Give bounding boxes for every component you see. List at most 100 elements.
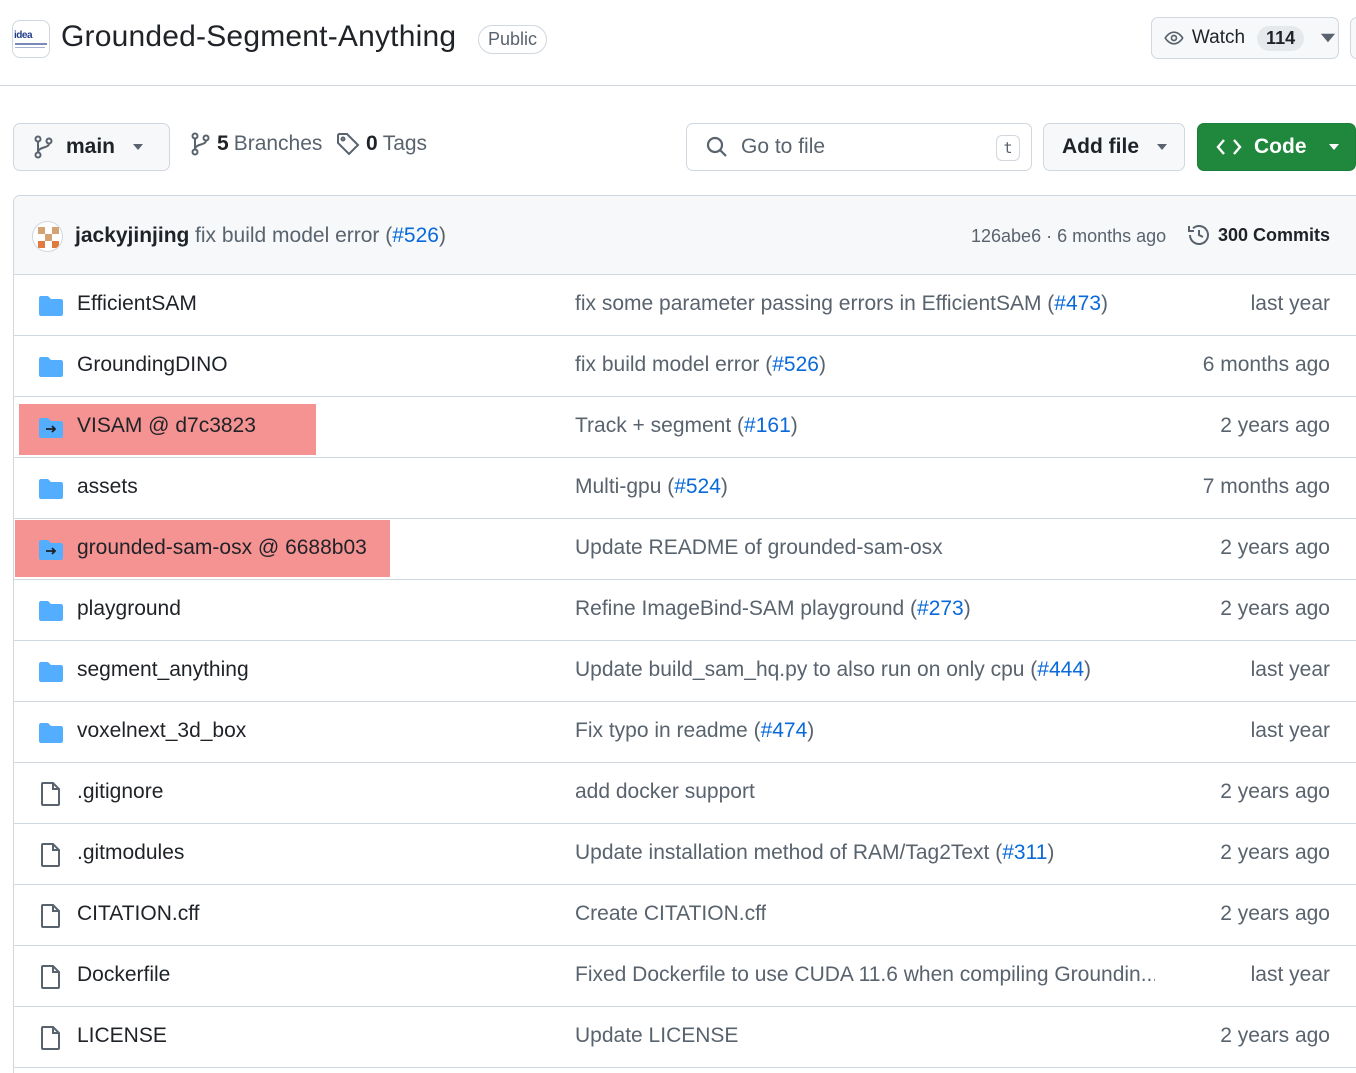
tags-label: Tags — [382, 132, 428, 155]
folder-icon — [38, 599, 64, 623]
commit-author-avatar[interactable] — [32, 221, 63, 252]
file-row[interactable]: assets Multi-gpu (#524) 7 months ago — [14, 458, 1356, 519]
commit-message[interactable]: fix build model error (#526) — [195, 224, 446, 248]
file-row[interactable]: EfficientSAM fix some parameter passing e… — [14, 275, 1356, 336]
file-row[interactable]: voxelnext_3d_box Fix typo in readme (#474… — [14, 702, 1356, 763]
folder-icon — [38, 294, 64, 318]
latest-commit-bar: jackyjinjing fix build model error (#526… — [14, 196, 1356, 275]
file-age: 2 years ago — [1220, 1024, 1330, 1047]
branches-link[interactable]: 5 Branches — [189, 132, 322, 156]
file-name[interactable]: assets — [77, 475, 138, 499]
tags-count: 0 — [366, 132, 378, 155]
file-row[interactable]: .gitignore add docker support 2 years ago — [14, 763, 1356, 824]
tag-icon — [337, 133, 360, 156]
file-row[interactable]: grounded-sam-osx @ 6688b03 Update README … — [14, 519, 1356, 580]
branch-select-button[interactable]: main — [13, 123, 170, 171]
file-commit-message[interactable]: Update README of grounded-sam-osx — [575, 536, 943, 560]
caret-down-icon — [1328, 144, 1339, 150]
file-row[interactable]: playground Refine ImageBind-SAM playgroun… — [14, 580, 1356, 641]
file-commit-message[interactable]: Track + segment (#161) — [575, 414, 798, 438]
pr-link[interactable]: #526 — [772, 353, 819, 376]
pr-link[interactable]: #444 — [1037, 658, 1084, 681]
file-age: last year — [1250, 292, 1330, 315]
file-name[interactable]: playground — [77, 597, 181, 621]
file-name[interactable]: voxelnext_3d_box — [77, 719, 246, 743]
code-icon — [1216, 139, 1242, 155]
pr-link[interactable]: #474 — [761, 719, 808, 742]
file-icon — [38, 965, 64, 989]
pr-link[interactable]: #524 — [674, 475, 721, 498]
file-age: 2 years ago — [1220, 597, 1330, 620]
owner-avatar[interactable]: idea — [12, 20, 50, 58]
file-name[interactable]: LICENSE — [77, 1024, 167, 1048]
repo-header: idea Grounded-Segment-Anything Public Wa… — [0, 0, 1356, 86]
commit-author[interactable]: jackyjinjing — [75, 224, 189, 248]
commit-pr-link[interactable]: #526 — [392, 224, 439, 247]
file-row[interactable]: segment_anything Update build_sam_hq.py t… — [14, 641, 1356, 702]
file-age: 2 years ago — [1220, 841, 1330, 864]
tags-link[interactable]: 0 Tags — [336, 132, 427, 156]
file-name[interactable]: .gitignore — [77, 780, 163, 804]
folder-icon — [38, 660, 64, 684]
file-row[interactable]: GroundingDINO fix build model error (#526… — [14, 336, 1356, 397]
eye-icon — [1164, 31, 1184, 45]
file-icon — [38, 1026, 64, 1050]
git-branch-icon — [191, 132, 210, 156]
file-name[interactable]: .gitmodules — [77, 841, 184, 865]
file-name[interactable]: CITATION.cff — [77, 902, 200, 926]
visibility-badge: Public — [478, 25, 548, 54]
file-row[interactable]: VISAM @ d7c3823 Track + segment (#161) 2 y… — [14, 397, 1356, 458]
add-file-label: Add file — [1062, 135, 1139, 158]
file-name[interactable]: Dockerfile — [77, 963, 170, 987]
file-icon — [38, 843, 64, 867]
star-button-edge[interactable] — [1350, 17, 1356, 59]
folder-icon — [38, 477, 64, 501]
file-name[interactable]: VISAM @ d7c3823 — [77, 414, 256, 438]
file-name[interactable]: segment_anything — [77, 658, 249, 682]
branch-label: main — [66, 135, 116, 158]
pr-link[interactable]: #273 — [917, 597, 964, 620]
file-name[interactable]: EfficientSAM — [77, 292, 197, 316]
file-age: last year — [1250, 719, 1330, 742]
file-commit-message[interactable]: Update installation method of RAM/Tag2Te… — [575, 841, 1054, 865]
pr-link[interactable]: #473 — [1054, 292, 1101, 315]
file-commit-message[interactable]: Update LICENSE — [575, 1024, 738, 1048]
file-commit-message[interactable]: Update build_sam_hq.py to also run on on… — [575, 658, 1091, 682]
watch-label: Watch — [1191, 27, 1246, 48]
history-icon — [1188, 225, 1209, 245]
file-commit-message[interactable]: Multi-gpu (#524) — [575, 475, 728, 499]
file-row[interactable]: LICENSE Update LICENSE 2 years ago — [14, 1007, 1356, 1068]
file-icon — [38, 782, 64, 806]
commits-count: 300 Commits — [1218, 224, 1331, 245]
file-row[interactable]: CITATION.cff Create CITATION.cff 2 years a… — [14, 885, 1356, 946]
file-age: 2 years ago — [1220, 536, 1330, 559]
file-row[interactable]: Dockerfile Fixed Dockerfile to use CUDA 1… — [14, 946, 1356, 1007]
code-label: Code — [1254, 135, 1307, 158]
file-commit-message[interactable]: Fixed Dockerfile to use CUDA 11.6 when c… — [575, 963, 1155, 987]
file-commit-message[interactable]: Create CITATION.cff — [575, 902, 766, 926]
file-commit-message[interactable]: add docker support — [575, 780, 755, 804]
commit-hash-time[interactable]: 126abe6 · 6 months ago — [971, 226, 1166, 247]
submodule-icon — [38, 416, 64, 440]
file-name[interactable]: GroundingDINO — [77, 353, 228, 377]
pr-link[interactable]: #161 — [744, 414, 791, 437]
pr-link[interactable]: #311 — [1002, 841, 1047, 864]
file-age: 7 months ago — [1202, 475, 1330, 498]
add-file-button[interactable]: Add file — [1043, 123, 1185, 171]
watch-count: 114 — [1257, 25, 1305, 51]
file-commit-message[interactable]: Fix typo in readme (#474) — [575, 719, 814, 743]
search-shortcut-key: t — [996, 135, 1020, 161]
file-commit-message[interactable]: fix build model error (#526) — [575, 353, 826, 377]
file-commit-message[interactable]: fix some parameter passing errors in Eff… — [575, 292, 1108, 316]
file-row[interactable]: .gitmodules Update installation method of… — [14, 824, 1356, 885]
file-name[interactable]: grounded-sam-osx @ 6688b03 — [77, 536, 367, 560]
watch-button[interactable]: Watch 114 — [1151, 17, 1339, 59]
commits-history-link[interactable]: 300 Commits — [1186, 222, 1330, 248]
file-commit-message[interactable]: Refine ImageBind-SAM playground (#273) — [575, 597, 971, 621]
code-button[interactable]: Code — [1197, 123, 1356, 171]
file-age: 2 years ago — [1220, 780, 1330, 803]
repo-title[interactable]: Grounded-Segment-Anything — [61, 20, 456, 54]
go-to-file-input[interactable]: Go to file t — [686, 123, 1032, 171]
file-table: jackyjinjing fix build model error (#526… — [13, 195, 1356, 1073]
folder-icon — [38, 721, 64, 745]
